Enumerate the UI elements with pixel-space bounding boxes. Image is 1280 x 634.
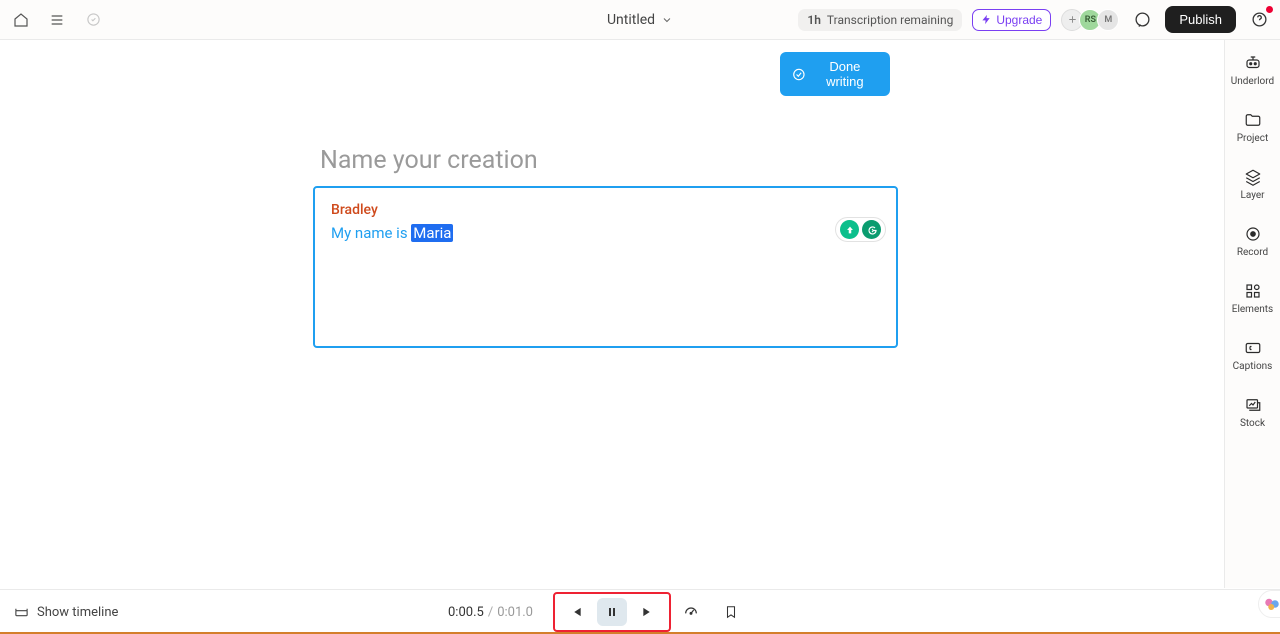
menu-button[interactable] [44,7,70,33]
rail-label: Stock [1240,418,1265,429]
rail-item-layer[interactable]: Layer [1225,154,1280,211]
chevron-down-icon [661,14,673,26]
skip-back-icon [569,605,583,619]
pause-icon [606,606,618,618]
rail-item-record[interactable]: Record [1225,211,1280,268]
project-icon [1244,111,1262,129]
chat-icon [1134,11,1151,28]
underlord-icon [1243,54,1263,72]
grammarly-g-icon [866,224,878,236]
title-area[interactable]: Untitled [607,12,673,28]
elements-icon [1244,282,1262,300]
transcript-editor[interactable]: Bradley My name is Maria [313,186,898,348]
transcription-hours: 1h [807,13,821,27]
sync-icon [86,12,101,27]
rail-label: Elements [1232,304,1273,315]
bottombar: Show timeline 0:00.5 / 0:01.0 [0,589,1280,634]
avatar-group: RS M [1061,9,1119,31]
rail-item-underlord[interactable]: Underlord [1225,40,1280,97]
record-icon [1244,225,1262,243]
layer-icon [1244,168,1262,186]
avatar-user-2[interactable]: M [1097,9,1119,31]
upgrade-button[interactable]: Upgrade [972,9,1051,31]
speed-icon [683,604,699,620]
timeline-icon [14,605,29,620]
topbar-left [8,7,106,33]
rail-label: Underlord [1231,76,1274,87]
copilot-icon [1263,595,1280,613]
check-circle-icon [792,67,806,82]
time-total: 0:01.0 [497,605,533,620]
right-rail: Underlord Project Layer Record Elements … [1224,40,1280,588]
home-icon [13,12,29,28]
grammarly-badge-b [862,220,881,239]
grammarly-widget[interactable] [835,217,886,242]
rail-item-stock[interactable]: Stock [1225,382,1280,439]
rail-label: Project [1237,133,1269,144]
pause-button[interactable] [597,598,627,626]
home-button[interactable] [8,7,34,33]
comments-button[interactable] [1129,7,1155,33]
sync-button[interactable] [80,7,106,33]
publish-label: Publish [1179,12,1222,27]
help-wrap [1246,7,1272,33]
rail-label: Record [1237,247,1268,258]
rail-item-captions[interactable]: Captions [1225,325,1280,382]
speed-button[interactable] [678,599,704,625]
publish-button[interactable]: Publish [1165,6,1236,33]
rail-item-project[interactable]: Project [1225,97,1280,154]
plus-icon [1067,14,1078,25]
transcript-highlighted-word: Maria [411,224,453,242]
rail-label: Layer [1240,190,1264,201]
transcript-line[interactable]: My name is Maria [331,224,880,242]
skip-forward-icon [641,605,655,619]
bookmark-button[interactable] [718,599,744,625]
upgrade-label: Upgrade [996,13,1042,27]
hamburger-icon [49,12,65,28]
stock-icon [1244,396,1262,414]
time-display: 0:00.5 / 0:01.0 [448,605,533,620]
done-writing-button[interactable]: Done writing [780,52,890,96]
rail-item-elements[interactable]: Elements [1225,268,1280,325]
post-playback-controls [678,599,744,625]
bookmark-icon [724,604,738,620]
grammarly-badge-a [840,220,859,239]
skip-forward-button[interactable] [633,598,663,626]
creation-title-input[interactable]: Name your creation [320,146,538,175]
notification-dot [1266,6,1273,13]
bolt-icon [981,14,992,25]
rail-label: Captions [1233,361,1273,372]
copilot-fab[interactable] [1258,590,1280,618]
document-title: Untitled [607,12,655,28]
show-timeline-toggle[interactable]: Show timeline [14,605,118,620]
time-separator: / [488,605,493,620]
playback-controls [553,592,671,632]
show-timeline-label: Show timeline [37,605,118,620]
done-writing-label: Done writing [812,59,878,89]
arrow-up-icon [845,225,855,235]
speaker-label[interactable]: Bradley [331,202,880,218]
topbar: Untitled 1h Transcription remaining Upgr… [0,0,1280,40]
help-icon [1251,11,1268,28]
transcription-remaining-pill[interactable]: 1h Transcription remaining [798,9,962,31]
time-current: 0:00.5 [448,605,484,620]
topbar-right: 1h Transcription remaining Upgrade RS M … [798,6,1272,33]
transcript-text: My name is [331,224,411,242]
captions-icon [1244,339,1262,357]
main-canvas: Done writing Name your creation Bradley … [0,40,1224,588]
transcription-label: Transcription remaining [827,13,953,27]
skip-back-button[interactable] [561,598,591,626]
